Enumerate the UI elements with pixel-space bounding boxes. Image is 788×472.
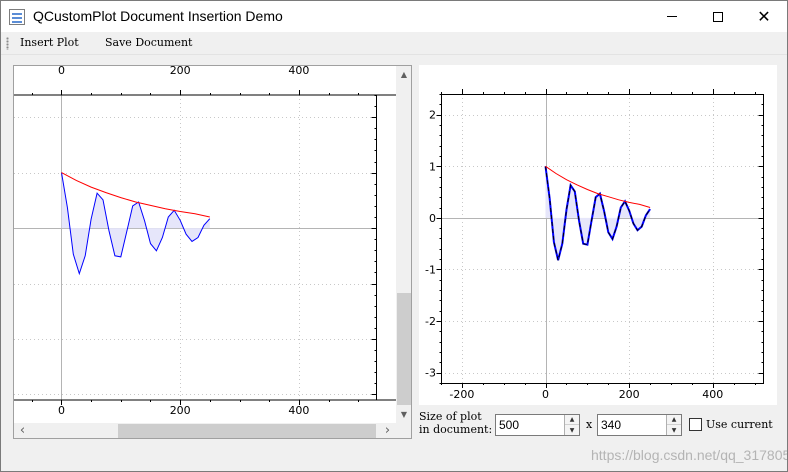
title-bar[interactable]: QCustomPlot Document Insertion Demo ✕ [1, 1, 787, 32]
use-current-checkbox[interactable] [689, 418, 702, 431]
preview-plot-canvas[interactable]: -200 0 200 400 2 1 0 -1 -2 -3 [419, 65, 777, 405]
height-increment-icon[interactable]: ▲ [667, 415, 681, 425]
preview-y-tick-label: 0 [429, 212, 436, 225]
height-value[interactable]: 340 [601, 418, 621, 432]
insert-plot-button[interactable]: Insert Plot [20, 36, 79, 49]
watermark-text: https://blog.csdn.net/qq_31780503 [591, 447, 788, 463]
document-plot-fill [61, 172, 210, 274]
document-editor[interactable]: 0 200 400 0 200 400 ▲ ▼ ‹ › [13, 65, 412, 439]
width-value[interactable]: 500 [499, 418, 519, 432]
minimize-button[interactable] [649, 1, 695, 32]
use-current-label[interactable]: Use current [706, 418, 773, 431]
document-bottom-tick-label: 400 [288, 404, 309, 417]
toolbar-grip-icon[interactable] [6, 37, 9, 50]
times-separator: x [586, 418, 593, 431]
save-document-button[interactable]: Save Document [105, 36, 192, 49]
close-button[interactable]: ✕ [741, 1, 787, 32]
document-embedded-plot: 0 200 400 0 200 400 [14, 66, 396, 417]
document-bottom-tick-label: 200 [170, 404, 191, 417]
app-icon [9, 9, 25, 25]
preview-y-tick-label: 2 [429, 109, 436, 122]
document-top-tick-label: 200 [170, 66, 191, 77]
width-decrement-icon[interactable]: ▼ [565, 425, 579, 435]
preview-y-tick-label: -3 [425, 367, 436, 380]
vertical-scroll-thumb[interactable] [397, 293, 411, 405]
preview-x-tick-label: 400 [702, 388, 723, 401]
horizontal-scroll-thumb[interactable] [118, 424, 376, 438]
width-spinbox[interactable]: 500 ▲ ▼ [495, 414, 580, 436]
scrollbar-corner [396, 423, 411, 438]
size-label-line1: Size of plot [419, 410, 482, 423]
horizontal-scrollbar[interactable]: ‹ › [14, 423, 396, 438]
close-icon: ✕ [757, 6, 771, 26]
width-increment-icon[interactable]: ▲ [565, 415, 579, 425]
preview-y-tick-label: -1 [425, 264, 436, 277]
preview-y-tick-label: -2 [425, 315, 436, 328]
scroll-up-icon[interactable]: ▲ [396, 66, 411, 83]
preview-x-tick-label: 0 [542, 388, 549, 401]
vertical-scrollbar[interactable]: ▲ ▼ [396, 66, 411, 423]
preview-y-tick-label: 1 [429, 160, 436, 173]
document-page[interactable]: 0 200 400 0 200 400 [14, 66, 396, 423]
preview-x-tick-label: -200 [449, 388, 474, 401]
preview-x-tick-label: 200 [619, 388, 640, 401]
size-of-plot-label: Size of plot in document: [419, 410, 492, 436]
document-top-tick-label: 400 [288, 66, 309, 77]
main-window: QCustomPlot Document Insertion Demo ✕ In… [0, 0, 788, 472]
width-spin-buttons[interactable]: ▲ ▼ [564, 415, 579, 435]
size-label-line2: in document: [419, 423, 493, 436]
document-top-tick-label: 0 [58, 66, 65, 77]
document-bottom-tick-label: 0 [58, 404, 65, 417]
scroll-left-icon[interactable]: ‹ [14, 423, 31, 438]
height-decrement-icon[interactable]: ▼ [667, 425, 681, 435]
toolbar: Insert Plot Save Document [1, 32, 787, 55]
minimize-icon [667, 16, 677, 17]
scroll-right-icon[interactable]: › [379, 423, 396, 438]
height-spinbox[interactable]: 340 ▲ ▼ [597, 414, 682, 436]
preview-plot[interactable]: -200 0 200 400 2 1 0 -1 -2 -3 [419, 65, 777, 405]
window-title: QCustomPlot Document Insertion Demo [33, 8, 283, 24]
maximize-button[interactable] [695, 1, 741, 32]
scroll-down-icon[interactable]: ▼ [396, 406, 411, 423]
height-spin-buttons[interactable]: ▲ ▼ [666, 415, 681, 435]
maximize-icon [713, 11, 723, 22]
